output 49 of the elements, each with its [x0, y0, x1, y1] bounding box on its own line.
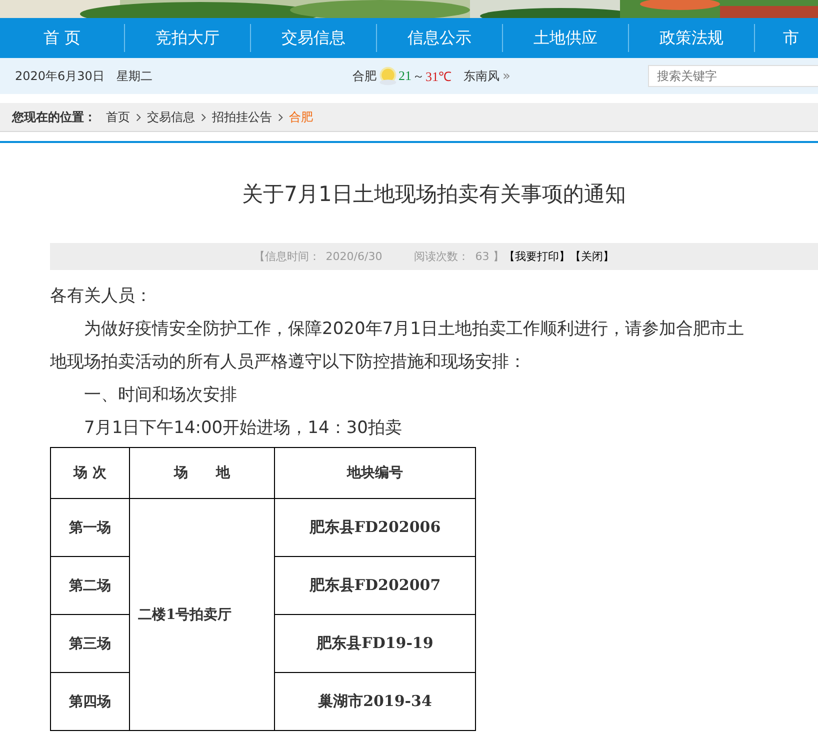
wind-text: 东南风	[463, 68, 500, 84]
nav-link[interactable]: 竞拍大厅	[125, 28, 250, 48]
info-time: 2020/6/30	[326, 250, 382, 263]
table-cell: 肥东县FD19-19	[274, 614, 476, 672]
table-cell: 巢湖市2019-34	[274, 672, 476, 730]
temperature-low: 21	[398, 68, 412, 84]
action-link[interactable]: 【关闭】	[570, 249, 614, 264]
breadcrumb-link[interactable]: 招拍挂公告	[212, 108, 272, 126]
paragraph: 为做好疫情安全防护工作，保障2020年7月1日土地拍卖工作顺利进行，请参加合肥市土地现场拍卖活动的所有人员严格遵守以下防控措施和现场安排：	[50, 318, 745, 374]
sun-icon	[378, 66, 398, 86]
temperature-separator: ～	[412, 68, 424, 84]
table-cell: 二楼1号拍卖厅	[130, 498, 274, 730]
breadcrumb-link[interactable]: 首页	[106, 108, 130, 126]
action-link[interactable]: 【我要打印】	[504, 249, 570, 264]
table-cell: 第三场	[50, 614, 130, 672]
bracket-text: 】	[493, 249, 504, 264]
table-cell: 第二场	[50, 556, 130, 614]
column-header: 场 地	[130, 448, 274, 498]
chevron-icon	[201, 112, 206, 122]
nav-link[interactable]: 首 页	[0, 28, 124, 48]
chevron-icon	[278, 112, 283, 122]
read-count: 63	[475, 250, 490, 263]
paragraph: 各有关人员：	[50, 285, 153, 308]
paragraph: 一、时间和场次安排	[83, 384, 238, 407]
city-text: 合肥	[352, 68, 376, 84]
nav-link[interactable]: 信息公示	[377, 28, 502, 48]
nav-link[interactable]: 政策法规	[629, 28, 754, 48]
read-count-label: 阅读次数：	[414, 249, 470, 264]
info-time-label: 【信息时间：	[254, 249, 320, 264]
weekday-text: 星期二	[116, 68, 152, 84]
more-link[interactable]: »	[502, 68, 510, 84]
table-cell: 第四场	[50, 672, 130, 730]
table-cell: 第一场	[50, 498, 130, 556]
chevron-icon	[136, 112, 141, 122]
nav-link[interactable]: 交易信息	[251, 28, 376, 48]
breadcrumb-link[interactable]: 合肥	[289, 108, 313, 126]
paragraph: 7月1日下午14:00开始进场，14：30拍卖	[83, 417, 403, 440]
table-cell: 肥东县FD202007	[274, 556, 476, 614]
column-header: 地块编号	[274, 448, 476, 498]
article-title: 关于7月1日土地现场拍卖有关事项的通知	[241, 181, 627, 208]
nav-link[interactable]: 土地供应	[503, 28, 628, 48]
search-field[interactable]: 搜索关键字	[648, 65, 818, 87]
nav-link[interactable]: 市	[755, 28, 799, 48]
location-label: 您现在的位置：	[12, 108, 96, 126]
breadcrumb-link[interactable]: 交易信息	[147, 108, 195, 126]
column-header: 场 次	[50, 448, 130, 498]
table-cell: 肥东县FD202006	[274, 498, 476, 556]
temperature-high: 31℃	[425, 68, 452, 85]
date-text: 2020年6月30日	[15, 68, 104, 84]
